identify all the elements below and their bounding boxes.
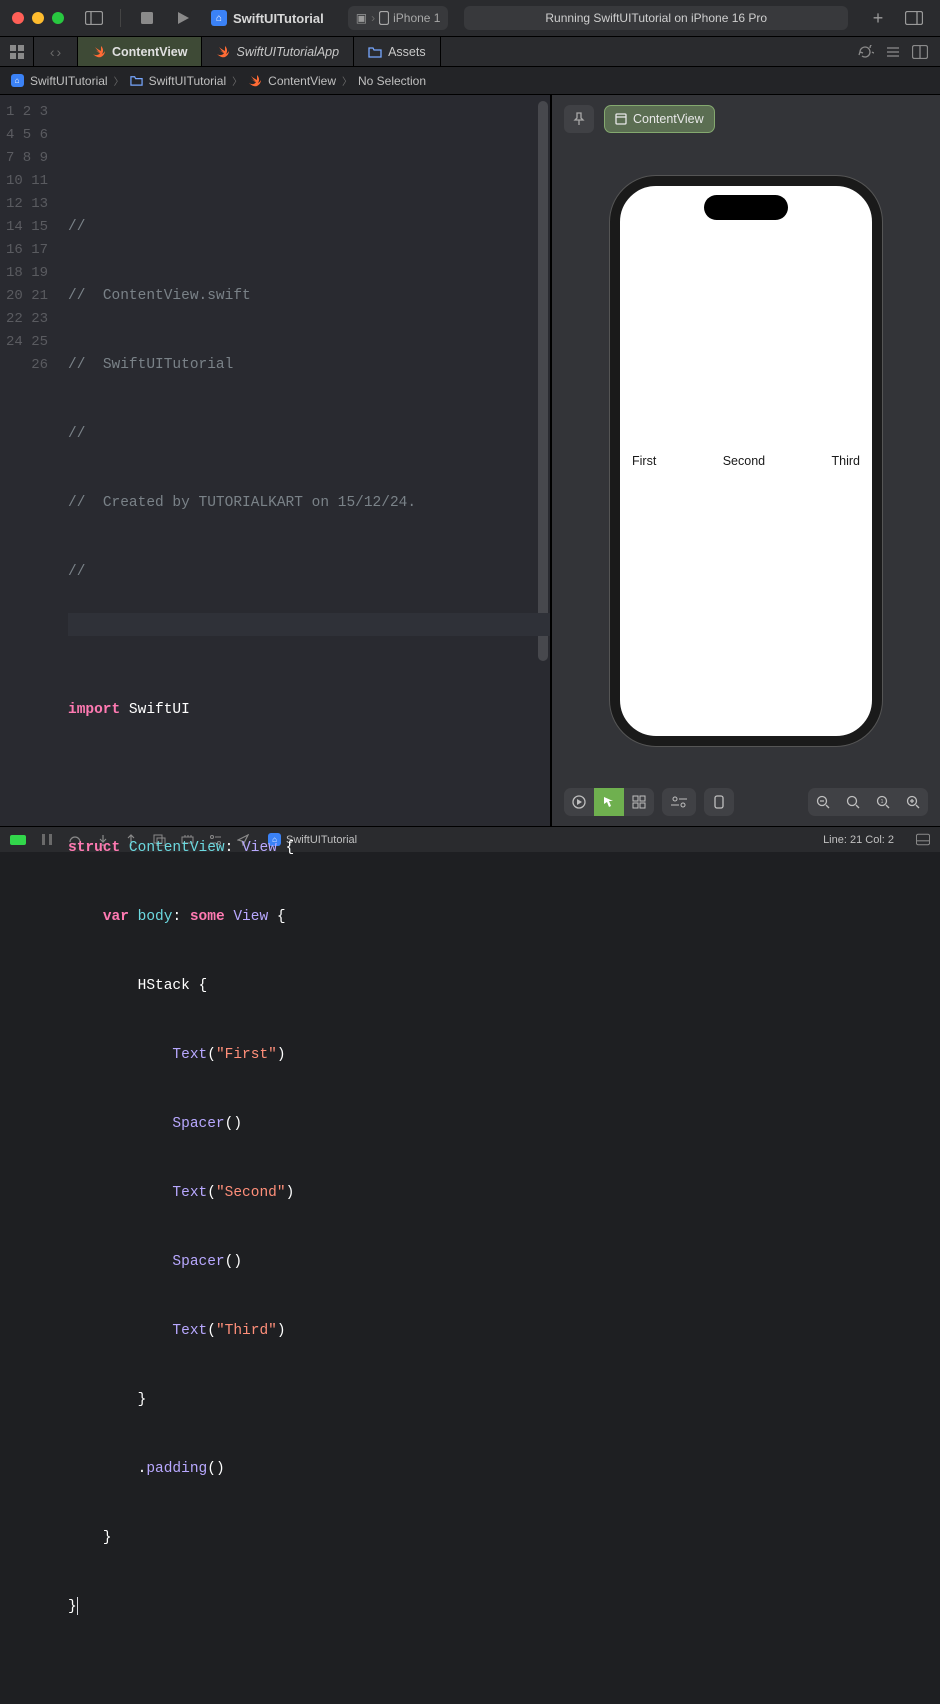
scheme-selector[interactable]: ⌂ SwiftUITutorial [211,10,324,26]
tab-label: SwiftUITutorialApp [236,45,339,59]
related-items-icon[interactable] [0,37,34,66]
tab-bar-right [846,37,940,66]
window-controls [12,12,64,24]
stop-button[interactable] [133,6,161,30]
tab-contentview[interactable]: ContentView [78,37,202,66]
activity-status[interactable]: Running SwiftUITutorial on iPhone 16 Pro [464,6,848,30]
pin-preview-button[interactable] [564,105,594,133]
view-icon [615,113,627,125]
preview-content: First Second Third [620,186,872,736]
breadcrumb-selection[interactable]: No Selection [358,74,426,88]
preview-target-label: ContentView [633,112,704,126]
app-icon: ⌂ [10,74,24,88]
tab-assets[interactable]: Assets [354,37,441,66]
editor-options-icon[interactable] [912,45,928,59]
text-cursor [77,1597,78,1615]
folder-icon [368,45,382,59]
svg-text:1: 1 [881,799,884,805]
breadcrumb: ⌂ SwiftUITutorial 〉 SwiftUITutorial 〉 Co… [0,67,940,95]
debug-status-icon[interactable] [10,835,26,845]
selectable-preview-button[interactable] [594,788,624,816]
tab-swiftuitutorialapp[interactable]: SwiftUITutorialApp [202,37,354,66]
run-destination[interactable]: ▣ › iPhone 1 [348,6,449,30]
preview-device-button[interactable] [704,788,734,816]
minimize-window-button[interactable] [32,12,44,24]
breadcrumb-folder[interactable]: SwiftUITutorial [149,74,227,88]
breadcrumb-project[interactable]: SwiftUITutorial [30,74,108,88]
zoom-fit-button[interactable] [838,788,868,816]
tab-bar: ‹ › ContentView SwiftUITutorialApp Asset… [0,37,940,67]
zoom-actual-button[interactable]: 1 [868,788,898,816]
chevron-right-icon: 〉 [114,73,124,88]
sidebar-toggle-icon[interactable] [80,6,108,30]
variants-button[interactable] [624,788,654,816]
app-icon: ⌂ [211,10,227,26]
preview-text-first: First [632,454,656,468]
preview-text-third: Third [832,454,860,468]
device-settings-button[interactable] [662,788,696,816]
breadcrumb-file[interactable]: ContentView [268,74,336,88]
zoom-window-button[interactable] [52,12,64,24]
zoom-in-button[interactable] [898,788,928,816]
iphone-icon [379,11,389,25]
main-split: 1 2 3 4 5 6 7 8 9 10 11 12 13 14 15 16 1… [0,95,940,826]
close-window-button[interactable] [12,12,24,24]
cursor-position: Line: 21 Col: 2 [823,834,894,846]
zoom-group: 1 [808,788,928,816]
device-label: iPhone 1 [393,11,440,25]
forward-button[interactable]: › [57,44,62,60]
swift-file-icon [248,74,262,88]
chevron-right-icon: 〉 [232,73,242,88]
swift-file-icon [216,45,230,59]
line-gutter: 1 2 3 4 5 6 7 8 9 10 11 12 13 14 15 16 1… [0,95,60,826]
adjust-editor-icon[interactable] [886,45,900,59]
zoom-out-button[interactable] [808,788,838,816]
tab-label: ContentView [112,45,187,59]
preview-toolbar: ContentView [552,95,940,143]
code-editor[interactable]: 1 2 3 4 5 6 7 8 9 10 11 12 13 14 15 16 1… [0,95,552,826]
pause-debug-icon[interactable] [40,833,54,847]
live-preview-button[interactable] [564,788,594,816]
tab-label: Assets [388,45,426,59]
preview-target[interactable]: ContentView [604,105,715,133]
folder-icon [130,74,143,87]
code-area[interactable]: // // ContentView.swift // SwiftUITutori… [60,95,550,826]
iphone-frame: First Second Third [610,176,882,746]
preview-pane: ContentView First Second Third [552,95,940,826]
preview-bottom-toolbar: 1 [552,778,940,826]
titlebar: ⌂ SwiftUITutorial ▣ › iPhone 1 Running S… [0,0,940,37]
chevron-right-icon: 〉 [342,73,352,88]
preview-text-second: Second [723,454,765,468]
back-button[interactable]: ‹ [50,44,55,60]
library-toggle-icon[interactable] [900,6,928,30]
preview-mode-group [564,788,654,816]
history-nav: ‹ › [34,37,78,66]
add-tab-button[interactable]: + [864,6,892,30]
project-name: SwiftUITutorial [233,11,324,26]
refresh-icon[interactable] [858,45,874,59]
preview-canvas[interactable]: First Second Third [552,143,940,778]
run-button[interactable] [169,6,197,30]
device-build-icon: ▣ [356,11,367,25]
status-text: Running SwiftUITutorial on iPhone 16 Pro [545,11,767,25]
chevron-right-icon: › [371,11,375,25]
toggle-debug-area-icon[interactable] [916,833,930,847]
swift-file-icon [92,45,106,59]
